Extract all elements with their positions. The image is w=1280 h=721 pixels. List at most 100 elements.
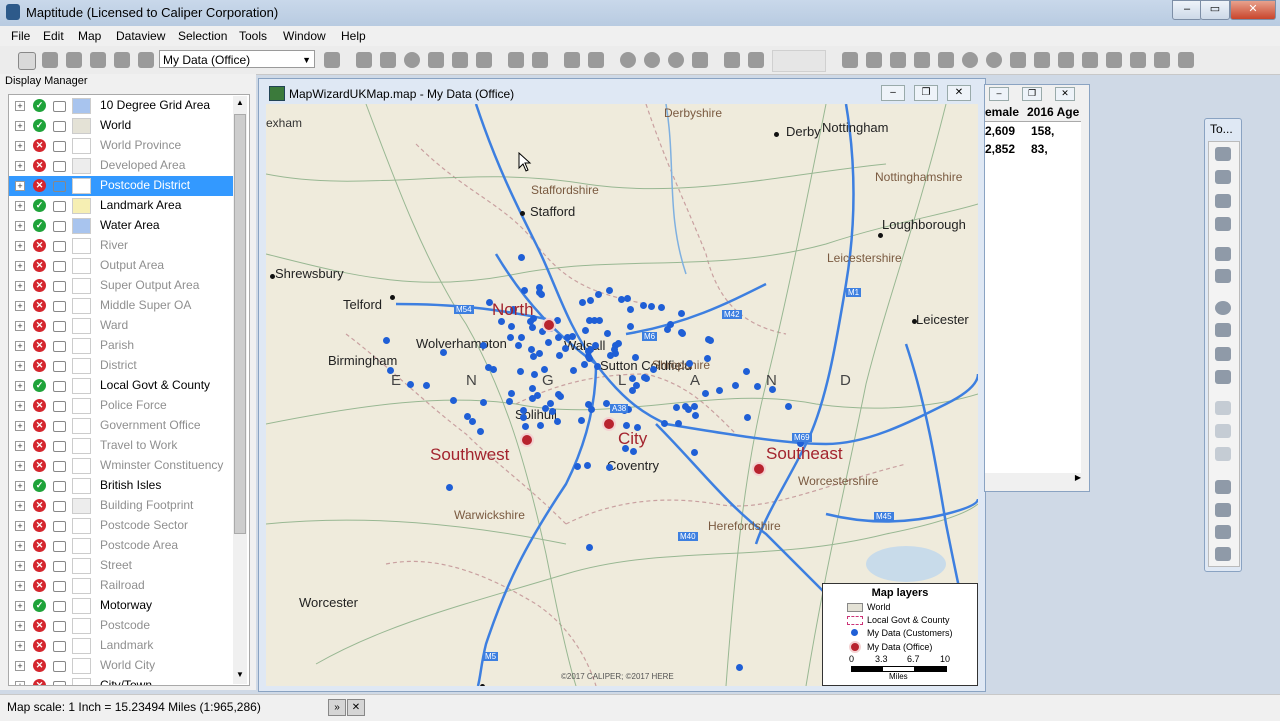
layers-stack-icon[interactable] [508,52,524,68]
expand-icon[interactable]: + [15,221,25,231]
labels-icon[interactable] [428,52,444,68]
customer-point[interactable] [554,391,562,399]
label-toggle-icon[interactable] [53,461,66,472]
label-toggle-icon[interactable] [53,401,66,412]
menu-help[interactable]: Help [341,29,366,43]
hidden-x-icon[interactable]: ✕ [33,339,46,352]
visible-check-icon[interactable]: ✓ [33,219,46,232]
hidden-x-icon[interactable]: ✕ [33,459,46,472]
layer-row[interactable]: + ✕ Government Office [9,416,235,436]
layer-tool-icon[interactable] [1215,347,1231,361]
customer-point[interactable] [440,348,448,356]
hidden-x-icon[interactable]: ✕ [33,259,46,272]
circle-draw-icon[interactable] [986,52,1002,68]
layer-style-swatch[interactable] [72,558,91,574]
layer-style-swatch[interactable] [72,158,91,174]
label-toggle-icon[interactable] [53,281,66,292]
expand-icon[interactable]: + [15,481,25,491]
layer-style-swatch[interactable] [72,498,91,514]
customer-point[interactable] [541,404,549,412]
hidden-x-icon[interactable]: ✕ [33,659,46,672]
customer-point[interactable] [632,353,640,361]
label-toggle-icon[interactable] [53,681,66,685]
fast-forward-icon[interactable]: » [328,699,346,716]
label-toggle-icon[interactable] [53,141,66,152]
customer-point[interactable] [548,407,556,415]
layer-row[interactable]: + ✕ River [9,236,235,256]
layer-style-swatch[interactable] [72,398,91,414]
radius-icon[interactable] [668,52,684,68]
layer-style-swatch[interactable] [72,298,91,314]
query-icon[interactable] [724,52,740,68]
layer-style-swatch[interactable] [72,518,91,534]
layer-style-swatch[interactable] [72,118,91,134]
shape-select-icon[interactable] [1215,447,1231,461]
layer-style-swatch[interactable] [72,658,91,674]
label-toggle-icon[interactable] [53,561,66,572]
map-legend[interactable]: Map layers World Local Govt & County My … [822,583,978,686]
map-restore-button[interactable]: ❐ [914,85,938,101]
customer-point[interactable] [587,296,595,304]
pointer-select-icon[interactable] [1215,401,1231,415]
polyline-icon[interactable] [1034,52,1050,68]
color-theme-icon[interactable] [452,52,468,68]
layer-row[interactable]: + ✕ Parish [9,336,235,356]
layer-row[interactable]: + ✓ Motorway [9,596,235,616]
customer-point[interactable] [476,428,484,436]
redo-icon[interactable] [588,52,604,68]
expand-icon[interactable]: + [15,521,25,531]
customer-point[interactable] [518,254,525,261]
customer-point[interactable] [716,386,724,394]
expand-icon[interactable]: + [15,261,25,271]
layer-row[interactable]: + ✕ District [9,356,235,376]
expand-icon[interactable]: + [15,281,25,291]
layer-style-swatch[interactable] [72,618,91,634]
customer-point[interactable] [517,333,525,341]
hidden-x-icon[interactable]: ✕ [33,159,46,172]
layer-style-swatch[interactable] [72,198,91,214]
layer-style-swatch[interactable] [72,478,91,494]
star-icon[interactable] [1130,52,1146,68]
layer-style-swatch[interactable] [72,258,91,274]
label-toggle-icon[interactable] [53,661,66,672]
export-icon[interactable] [1215,547,1231,561]
label-toggle-icon[interactable] [53,161,66,172]
expand-icon[interactable]: + [15,561,25,571]
pin-icon[interactable] [692,52,708,68]
customer-point[interactable] [633,381,641,389]
customer-point[interactable] [479,342,487,350]
hidden-x-icon[interactable]: ✕ [33,279,46,292]
customer-point[interactable] [514,341,522,349]
layer-select[interactable]: My Data (Office) ▼ [159,50,315,68]
layer-row[interactable]: + ✕ Street [9,556,235,576]
text-icon[interactable] [866,52,882,68]
customer-point[interactable] [508,322,516,330]
filter-icon[interactable] [1215,525,1231,539]
expand-icon[interactable]: + [15,681,25,685]
layer-row[interactable]: + ✕ Output Area [9,256,235,276]
layer-row[interactable]: + ✕ City/Town [9,676,235,685]
zoom-in-icon[interactable] [1215,147,1231,161]
map-layout-icon[interactable] [356,52,372,68]
label-toggle-icon[interactable] [53,621,66,632]
layer-style-swatch[interactable] [72,238,91,254]
hidden-x-icon[interactable]: ✕ [33,299,46,312]
expand-icon[interactable]: + [15,421,25,431]
layer-row[interactable]: + ✕ Postcode Sector [9,516,235,536]
frame-icon[interactable] [1178,52,1194,68]
customer-point[interactable] [516,368,524,376]
layer-row[interactable]: + ✕ Developed Area [9,156,235,176]
hidden-x-icon[interactable]: ✕ [33,319,46,332]
label-toggle-icon[interactable] [53,341,66,352]
layer-row[interactable]: + ✕ Middle Super OA [9,296,235,316]
customer-point[interactable] [622,421,630,429]
scroll-up-arrow[interactable]: ▲ [236,98,244,107]
hidden-x-icon[interactable]: ✕ [33,619,46,632]
expand-icon[interactable]: + [15,541,25,551]
expand-icon[interactable]: + [15,581,25,591]
dataview-close-button[interactable]: ✕ [1055,87,1075,101]
line-icon[interactable] [1058,52,1074,68]
layer-row[interactable]: + ✕ Postcode [9,616,235,636]
layer-row[interactable]: + ✕ World Province [9,136,235,156]
map-minimize-button[interactable]: – [881,85,905,101]
